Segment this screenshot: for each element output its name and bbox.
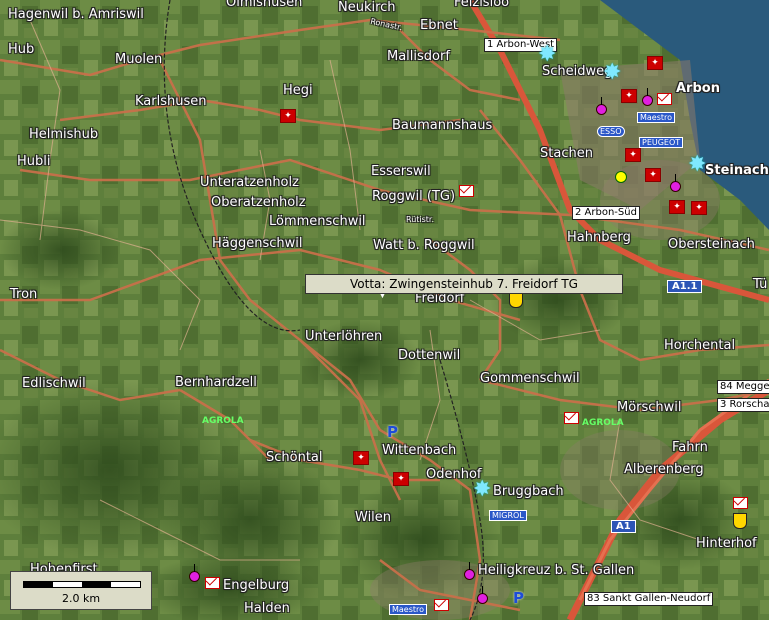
place-label: Häggenschwil <box>212 236 303 251</box>
scale-bar: 2.0 km <box>10 571 152 610</box>
place-label: Mallisdorf <box>387 49 450 64</box>
place-label: Gommenschwil <box>480 371 580 386</box>
place-label: Wilen <box>355 510 392 525</box>
sports-icon[interactable]: ✦ <box>645 168 661 182</box>
place-label: Helmishub <box>29 127 99 142</box>
motorway-exit-label[interactable]: 3 Rorscha <box>717 398 769 412</box>
place-label: Dottenwil <box>398 348 461 363</box>
place-label: Edlischwil <box>22 376 86 391</box>
post-office-icon[interactable] <box>205 577 220 589</box>
fuel-station-poi[interactable]: MIGROL <box>489 510 527 521</box>
motorway-exit-label[interactable]: 2 Arbon-Süd <box>572 206 640 220</box>
place-label: Schöntal <box>266 450 323 465</box>
leisure-icon[interactable] <box>615 171 627 183</box>
parking-icon[interactable]: P <box>513 589 524 607</box>
place-label: Muolen <box>115 52 163 67</box>
parking-icon[interactable]: P <box>387 423 398 441</box>
scale-bar-graphic <box>23 581 141 588</box>
sports-icon[interactable]: ✦ <box>625 148 641 162</box>
motorway-exit-label[interactable]: 84 Meggen <box>717 380 769 394</box>
place-label: Freidorf <box>415 291 465 306</box>
sports-icon[interactable]: ✦ <box>393 472 409 486</box>
place-label: Horchental <box>664 338 736 353</box>
fuel-station-poi[interactable]: AGROLA <box>582 418 624 428</box>
place-label: Unterlöhren <box>305 329 383 344</box>
church-icon[interactable] <box>670 174 681 192</box>
place-label: Halden <box>244 601 290 616</box>
post-office-icon[interactable] <box>459 185 474 197</box>
scale-label: 2.0 km <box>61 592 101 605</box>
sightseeing-star-icon[interactable]: ✸ <box>473 479 491 501</box>
post-office-icon[interactable] <box>733 497 748 509</box>
place-label: Fahrn <box>672 440 708 455</box>
place-label: Arbon <box>676 81 720 96</box>
place-label: Stachen <box>540 146 593 161</box>
police-icon[interactable] <box>509 292 523 308</box>
place-label: Watt b. Roggwil <box>373 238 475 253</box>
post-office-icon[interactable] <box>657 93 672 105</box>
post-office-icon[interactable] <box>434 599 449 611</box>
place-label: Tron <box>10 287 38 302</box>
sports-icon[interactable]: ✦ <box>353 451 369 465</box>
place-label: Mörschwil <box>617 400 682 415</box>
scale-bar-segment <box>24 582 53 587</box>
church-icon[interactable] <box>642 88 653 106</box>
place-label: Hagenwil b. Amriswil <box>8 7 144 22</box>
place-label: Esserswil <box>371 164 431 179</box>
place-label: Oberatzenholz <box>211 195 306 210</box>
place-label: Steinach <box>705 163 769 178</box>
church-icon[interactable] <box>477 586 488 604</box>
place-label: Heiligkreuz b. St. Gallen <box>478 563 635 578</box>
place-label: Hegi <box>283 83 313 98</box>
place-label: Hub <box>8 42 35 57</box>
place-label: Ebnet <box>420 18 458 33</box>
fuel-station-poi[interactable]: AGROLA <box>202 416 244 426</box>
post-office-icon[interactable] <box>564 412 579 424</box>
atm-poi[interactable]: Maestro <box>389 604 428 615</box>
church-icon[interactable] <box>596 97 607 115</box>
church-icon[interactable] <box>464 562 475 580</box>
place-label: Hahnberg <box>567 230 631 245</box>
sightseeing-star-icon[interactable]: ✸ <box>688 154 706 176</box>
place-label: Alberenberg <box>624 462 704 477</box>
motorway-exit-label[interactable]: 83 Sankt Gallen-Neudorf <box>584 592 714 606</box>
motorway-number: A1.1 <box>667 280 703 293</box>
street-label: Rütistr. <box>406 215 435 224</box>
place-label: Hubli <box>17 154 51 169</box>
place-label: Hinterhof <box>696 536 757 551</box>
place-label: Obersteinach <box>668 237 755 252</box>
police-icon[interactable] <box>733 513 747 529</box>
car-dealer-poi[interactable]: PEUGEOT <box>639 137 684 148</box>
place-label: Engelburg <box>223 578 290 593</box>
scale-bar-segment <box>82 582 111 587</box>
sightseeing-star-icon[interactable]: ✸ <box>538 44 556 66</box>
sports-icon[interactable]: ✦ <box>647 56 663 70</box>
place-label: Tü <box>753 277 768 292</box>
place-label: Felzisloo <box>454 0 510 10</box>
place-label: Lömmenschwil <box>269 214 366 229</box>
place-label: Unteratzenholz <box>200 175 299 190</box>
place-label: Bernhardzell <box>175 375 257 390</box>
atm-poi[interactable]: Maestro <box>637 112 676 123</box>
place-label: Olmishusen <box>226 0 303 10</box>
sports-icon[interactable]: ✦ <box>280 109 296 123</box>
map-canvas[interactable] <box>0 0 769 620</box>
place-label: Scheidweg <box>542 64 613 79</box>
sports-icon[interactable]: ✦ <box>621 89 637 103</box>
place-label: Bruggbach <box>493 484 564 499</box>
place-label: Roggwil (TG) <box>372 189 456 204</box>
place-label: Karlshusen <box>135 94 207 109</box>
sightseeing-star-icon[interactable]: ✸ <box>603 62 621 84</box>
location-tooltip: Votta: Zwingensteinhub 7. Freidorf TG <box>305 274 623 294</box>
sports-icon[interactable]: ✦ <box>669 200 685 214</box>
fuel-station-poi[interactable]: ESSO <box>597 126 625 137</box>
place-label: Wittenbach <box>382 443 457 458</box>
motorway-number: A1 <box>611 520 636 533</box>
church-icon[interactable] <box>189 564 200 582</box>
place-label: Baumannshaus <box>392 118 493 133</box>
sports-icon[interactable]: ✦ <box>691 201 707 215</box>
place-label: Neukirch <box>338 0 396 15</box>
